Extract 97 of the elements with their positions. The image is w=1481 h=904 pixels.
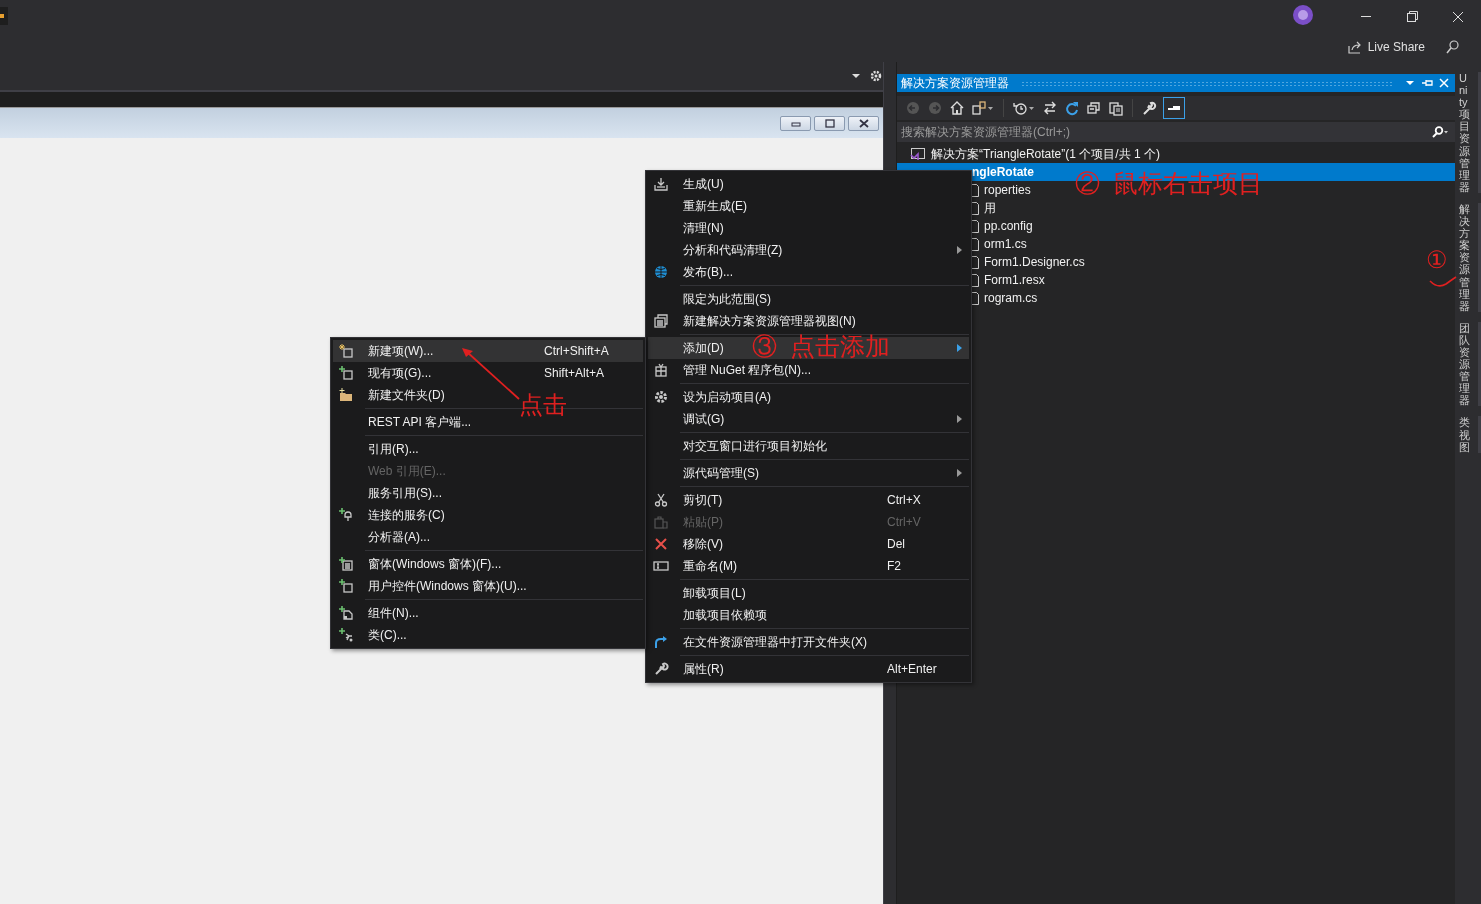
menu-item[interactable]: 清理(N) bbox=[683, 220, 724, 235]
panel-title: 解决方案资源管理器 bbox=[901, 74, 1009, 92]
shortcut-text: Shift+Alt+A bbox=[544, 366, 606, 380]
menu-item[interactable]: 引用(R)... bbox=[368, 441, 419, 456]
menu-item[interactable]: 添加(D) bbox=[683, 340, 724, 355]
menu-item[interactable]: 用户控件(Windows 窗体)(U)... bbox=[368, 578, 527, 593]
maximize-button[interactable] bbox=[814, 115, 845, 131]
add-item-icon bbox=[338, 578, 354, 594]
menu-item[interactable]: 新建解决方案资源管理器视图(N) bbox=[683, 313, 856, 328]
search-field[interactable]: 搜索解决方案资源管理器(Ctrl+;) bbox=[897, 122, 1455, 142]
refresh-icon[interactable] bbox=[1064, 100, 1080, 116]
close-icon bbox=[857, 118, 870, 128]
scissors-icon bbox=[653, 492, 669, 508]
menu-item[interactable]: 移除(V) bbox=[683, 536, 723, 551]
app-icon bbox=[0, 7, 8, 25]
clipboard-icon bbox=[653, 514, 669, 530]
add-form-icon bbox=[338, 556, 354, 572]
menu-item[interactable]: 加载项目依赖项 bbox=[683, 607, 767, 622]
menu-item[interactable]: 剪切(T) bbox=[683, 492, 723, 507]
menu-item[interactable]: 服务引用(S)... bbox=[368, 485, 442, 500]
menu-item[interactable]: 窗体(Windows 窗体)(F)... bbox=[368, 556, 502, 571]
side-tab[interactable]: 解决方案资源管理器 bbox=[1455, 202, 1481, 312]
home-icon[interactable] bbox=[949, 100, 965, 116]
tray-down-icon bbox=[653, 176, 669, 192]
menu-item[interactable]: 新建项(W)... bbox=[368, 343, 434, 358]
share-icon bbox=[1347, 40, 1362, 54]
preview-icon bbox=[1167, 104, 1181, 112]
menu-item[interactable]: 组件(N)... bbox=[368, 605, 419, 620]
menu-item[interactable]: 设为启动项目(A) bbox=[683, 389, 771, 404]
menu-item[interactable]: 分析器(A)... bbox=[368, 529, 430, 544]
wrench-icon[interactable] bbox=[1141, 100, 1157, 116]
close-button[interactable] bbox=[848, 115, 879, 131]
shortcut-text: Ctrl+V bbox=[887, 515, 922, 529]
package-icon bbox=[653, 362, 669, 378]
minimize-button[interactable] bbox=[780, 115, 811, 131]
shortcut-text: Ctrl+Shift+A bbox=[544, 344, 610, 358]
feedback-icon[interactable] bbox=[1445, 39, 1461, 55]
menu-item[interactable]: 类(C)... bbox=[368, 627, 407, 642]
remove-icon bbox=[653, 536, 669, 552]
menu-item[interactable]: 生成(U) bbox=[683, 176, 724, 191]
menu-item[interactable]: 管理 NuGet 程序包(N)... bbox=[683, 362, 811, 377]
menu-item[interactable]: 现有项(G)... bbox=[368, 365, 432, 380]
menu-item[interactable]: 对交互窗口进行项目初始化 bbox=[683, 438, 827, 453]
menu-item[interactable]: 属性(R) bbox=[683, 661, 724, 676]
menu-item[interactable]: REST API 客户端... bbox=[368, 414, 472, 429]
windows-icon bbox=[653, 313, 669, 329]
shortcut-text: Ctrl+X bbox=[887, 493, 922, 507]
collapse-all-icon[interactable] bbox=[1086, 100, 1102, 116]
annotation-text: 点击 bbox=[519, 393, 567, 417]
menu-item[interactable]: 源代码管理(S) bbox=[683, 465, 759, 480]
menu-item[interactable]: 在文件资源管理器中打开文件夹(X) bbox=[683, 634, 867, 649]
wrench-icon bbox=[653, 661, 669, 677]
globe-icon bbox=[653, 264, 669, 280]
shortcut-text: Alt+Enter bbox=[887, 662, 938, 676]
dropdown-icon[interactable] bbox=[851, 73, 861, 79]
curved-arrow-icon bbox=[653, 634, 669, 650]
preview-toggle[interactable] bbox=[1163, 97, 1185, 119]
history-icon[interactable] bbox=[1012, 100, 1036, 116]
menu-item[interactable]: 分析和代码清理(Z) bbox=[683, 242, 783, 257]
settings-icon[interactable] bbox=[870, 70, 882, 82]
menu-item[interactable]: 发布(B)... bbox=[683, 264, 733, 279]
dropdown-icon[interactable] bbox=[1405, 78, 1415, 88]
menu-item[interactable]: 新建文件夹(D) bbox=[368, 387, 445, 402]
avatar-icon[interactable] bbox=[1293, 5, 1313, 25]
maximize-icon bbox=[823, 118, 836, 128]
menu-item[interactable]: 重命名(M) bbox=[683, 558, 737, 573]
menu-item[interactable]: 连接的服务(C) bbox=[368, 507, 445, 522]
new-item-icon bbox=[338, 343, 354, 359]
folder-icon bbox=[338, 387, 354, 403]
search-icon bbox=[1431, 126, 1449, 138]
check-mark bbox=[1429, 276, 1457, 288]
shortcut-text: Del bbox=[887, 537, 906, 551]
gear-icon bbox=[653, 389, 669, 405]
menu-item[interactable]: 重新生成(E) bbox=[683, 198, 747, 213]
menu-item[interactable]: 卸载项目(L) bbox=[683, 585, 746, 600]
menu-item[interactable]: 限定为此范围(S) bbox=[683, 291, 771, 306]
add-class-icon bbox=[338, 627, 354, 643]
sync-icon[interactable] bbox=[1042, 100, 1058, 116]
annotation-arrow bbox=[461, 347, 521, 401]
show-all-files-icon[interactable] bbox=[1108, 100, 1124, 116]
solution-icon bbox=[910, 147, 926, 161]
annotation-text: ③ 点击添加 bbox=[752, 334, 890, 359]
live-share-button[interactable]: Live Share bbox=[1343, 38, 1429, 56]
add-component-icon bbox=[338, 605, 354, 621]
side-tab[interactable]: 团队资源管理器 bbox=[1455, 321, 1481, 407]
pin-icon[interactable] bbox=[1421, 78, 1433, 88]
close-icon[interactable] bbox=[1439, 78, 1449, 88]
tree-item[interactable]: 解决方案“TriangleRotate”(1 个项目/共 1 个) bbox=[897, 145, 1164, 163]
connected-service-icon bbox=[338, 507, 354, 523]
rename-icon bbox=[653, 558, 669, 574]
switch-views-icon[interactable] bbox=[971, 100, 995, 116]
side-tab[interactable]: Unity 项目资源管理器 bbox=[1455, 72, 1481, 193]
add-item-icon bbox=[338, 365, 354, 381]
menu-item[interactable]: 调试(G) bbox=[683, 411, 725, 426]
side-tab[interactable]: 类视图 bbox=[1455, 416, 1481, 453]
shortcut-text: F2 bbox=[887, 559, 902, 573]
annotation-text: ① bbox=[1426, 248, 1448, 272]
